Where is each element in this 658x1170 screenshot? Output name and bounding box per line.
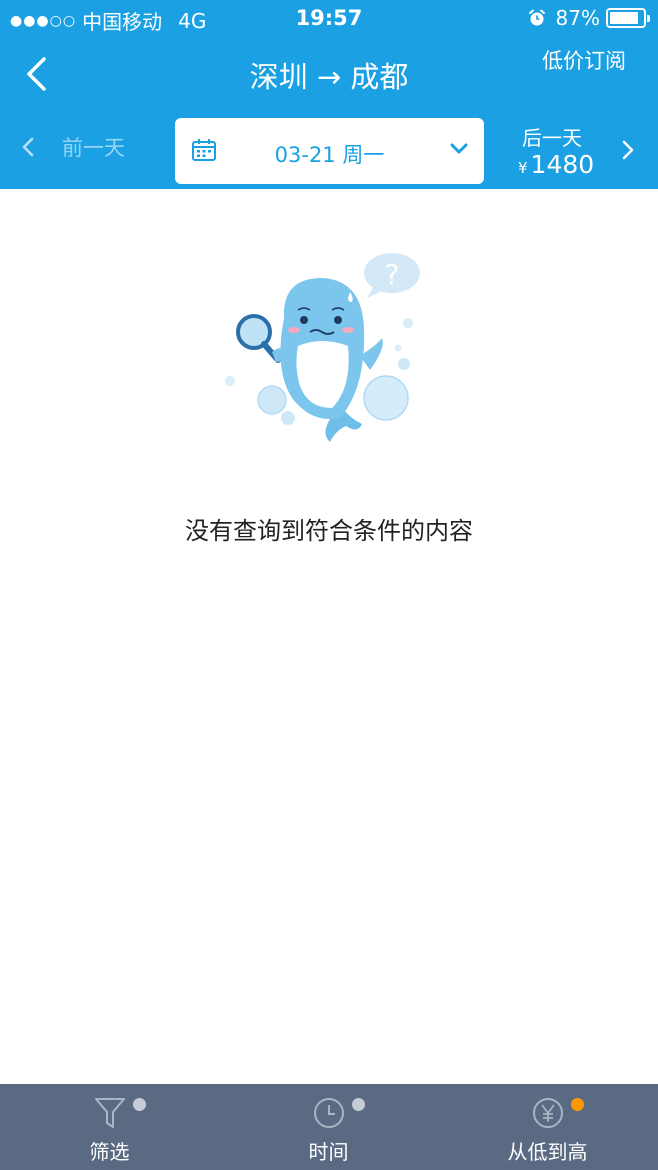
tab-label: 筛选 <box>89 1140 130 1164</box>
previous-day-label: 前一天 <box>62 136 125 160</box>
filter-icon <box>93 1096 127 1130</box>
tab-time[interactable]: 时间 <box>219 1084 438 1170</box>
low-price-subscribe-button[interactable]: 低价订阅 <box>542 45 626 75</box>
date-bar: 前一天 03-21 周一 后一天 ¥ 1480 <box>0 112 658 189</box>
alarm-icon <box>528 9 546 27</box>
next-day-button[interactable]: 后一天 ¥1480 <box>510 120 658 182</box>
tab-price-low-to-high[interactable]: 从低到高 <box>438 1084 657 1170</box>
tab-indicator-dot <box>571 1098 584 1111</box>
previous-day-button[interactable]: 前一天 <box>22 132 125 162</box>
tab-filter[interactable]: 筛选 <box>0 1084 219 1170</box>
yen-icon <box>531 1096 565 1130</box>
clock-icon <box>312 1096 346 1130</box>
next-day-price-value: 1480 <box>530 150 595 179</box>
tab-label: 时间 <box>308 1140 349 1164</box>
battery-level <box>610 12 638 24</box>
selected-date: 03-21 周一 <box>274 143 385 167</box>
header: ●●●○○ 中国移动 4G 19:57 87% 深圳 → 成都 低价订阅 前一天… <box>0 0 658 189</box>
question-mark-text: ? <box>385 258 400 291</box>
tab-label: 从低到高 <box>507 1140 588 1164</box>
tab-indicator-dot <box>352 1098 365 1111</box>
next-day-price: ¥1480 <box>518 150 594 179</box>
battery-tip <box>647 15 650 22</box>
battery-icon <box>606 8 650 28</box>
status-bar: ●●●○○ 中国移动 4G 19:57 87% <box>0 0 658 36</box>
chevron-right-icon <box>622 140 634 160</box>
next-day-label: 后一天 <box>522 126 582 150</box>
chevron-left-icon <box>22 137 34 157</box>
date-picker[interactable]: 03-21 周一 <box>175 118 484 184</box>
bottom-tab-bar: 筛选 时间 从低到高 <box>0 1084 658 1170</box>
empty-state-message: 没有查询到符合条件的内容 <box>185 517 473 545</box>
currency-symbol: ¥ <box>518 159 528 177</box>
nav-bar: 深圳 → 成都 低价订阅 <box>0 36 658 112</box>
chevron-down-icon <box>450 143 468 155</box>
status-right: 87% <box>528 6 650 30</box>
battery-percent: 87% <box>555 6 600 30</box>
empty-state-dolphin-illustration: ? <box>212 248 432 448</box>
tab-indicator-dot <box>133 1098 146 1111</box>
